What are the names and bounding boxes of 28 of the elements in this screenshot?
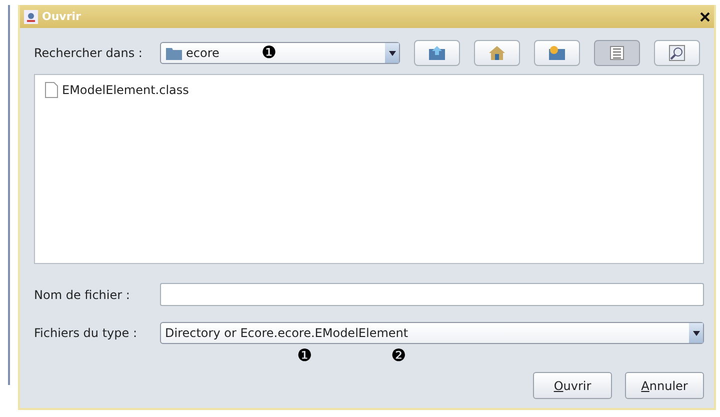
toolbar-button[interactable]	[654, 40, 700, 66]
dialog-button[interactable]: Ouvrir	[533, 372, 612, 399]
file-type-value: Directory or Ecore.ecore.EModelElement	[164, 326, 408, 340]
folder-icon	[166, 46, 182, 60]
file-name-label: Nom de fichier :	[34, 288, 131, 302]
new-folder-icon	[548, 45, 566, 61]
file-name-field[interactable]	[160, 283, 704, 306]
file-type-label: Fichiers du type :	[34, 326, 138, 340]
toolbar-button[interactable]	[594, 40, 640, 66]
toolbar-button[interactable]	[534, 40, 580, 66]
toolbar-button[interactable]	[474, 40, 520, 66]
folder-up-icon	[428, 45, 446, 61]
annotation-marker: ❶	[261, 43, 277, 63]
annotation-marker: ❷	[391, 346, 406, 366]
file-icon	[45, 82, 58, 98]
look-in-combo[interactable]: ecore ❶	[160, 42, 400, 64]
list-view-icon	[610, 46, 624, 60]
look-in-value: ecore	[185, 46, 220, 60]
home-icon	[488, 45, 506, 61]
close-icon[interactable]	[700, 12, 710, 22]
look-in-label: Rechercher dans :	[34, 46, 144, 60]
toolbar-button[interactable]	[414, 40, 460, 66]
file-item[interactable]: EModelElement.class	[43, 81, 191, 99]
annotation-marker: ❶	[297, 346, 312, 366]
file-type-combo[interactable]: Directory or Ecore.ecore.EModelElement	[160, 322, 704, 344]
java-icon	[24, 10, 38, 24]
dialog-button[interactable]: Annuler	[625, 372, 704, 399]
window-title: Ouvrir	[42, 10, 81, 23]
